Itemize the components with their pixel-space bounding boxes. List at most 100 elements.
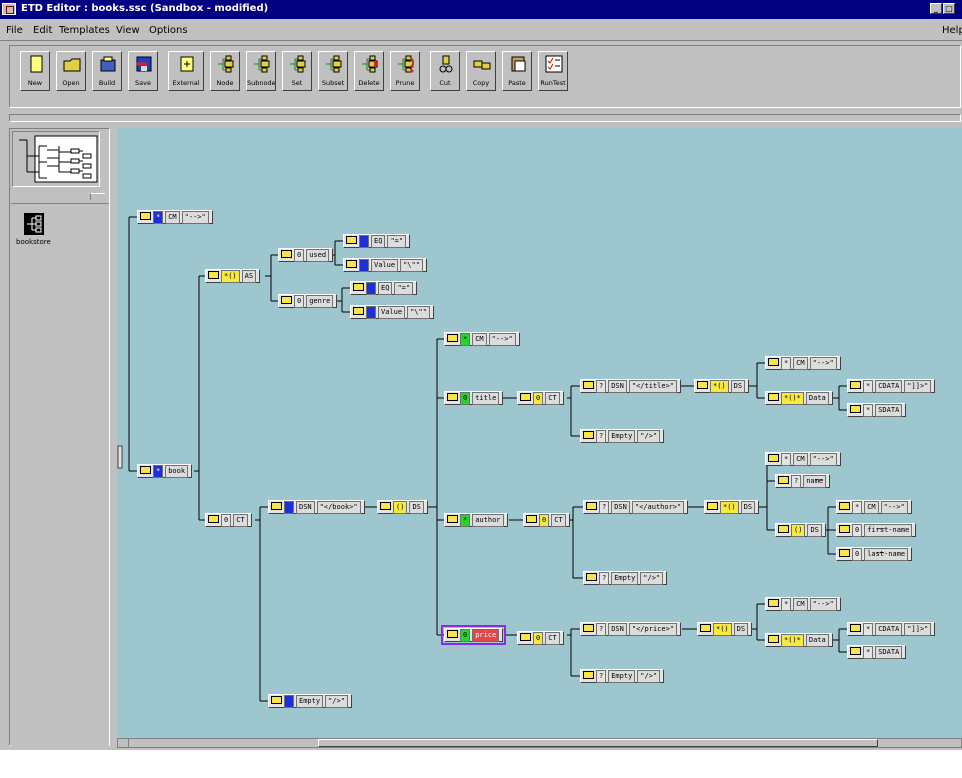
tree-node[interactable]: 0 CT <box>517 631 564 645</box>
subnode-button[interactable]: Subnode <box>246 51 276 91</box>
tree-node[interactable]: ? DSN "</title>" <box>580 379 682 393</box>
tree-overview-map[interactable] <box>12 131 100 187</box>
prune-button[interactable]: Prune <box>390 51 420 91</box>
folder-icon[interactable] <box>839 549 850 557</box>
menu-options[interactable]: Options <box>149 25 188 36</box>
menu-help[interactable]: Help <box>942 25 962 36</box>
tree-node[interactable]: * SDATA <box>847 403 907 417</box>
paste-button[interactable]: Paste <box>502 51 532 91</box>
folder-icon[interactable] <box>346 236 357 244</box>
tree-node[interactable]: ? Empty "/>" <box>580 429 665 443</box>
minimize-button[interactable]: _ <box>930 3 942 14</box>
folder-icon[interactable] <box>839 525 850 533</box>
folder-icon[interactable] <box>768 358 779 366</box>
tree-node[interactable]: 0 title <box>444 391 504 405</box>
folder-icon[interactable] <box>778 525 789 533</box>
toolbar-divider[interactable] <box>9 114 961 122</box>
tree-node[interactable]: *() DS <box>697 622 753 636</box>
menu-edit[interactable]: Edit <box>33 25 52 36</box>
folder-icon[interactable] <box>850 624 861 632</box>
scroll-thumb[interactable] <box>318 739 878 747</box>
tree-node[interactable]: *() DS <box>694 379 750 393</box>
menu-templates[interactable]: Templates <box>59 25 110 36</box>
bookstore-label[interactable]: bookstore <box>16 238 51 246</box>
tree-node[interactable]: Value "\"" <box>343 258 427 272</box>
folder-icon[interactable] <box>768 454 779 462</box>
folder-icon[interactable] <box>586 502 597 510</box>
tree-node[interactable]: DSN "</book>" <box>268 500 365 514</box>
tree-node[interactable]: * CM "-->" <box>836 500 912 514</box>
folder-icon[interactable] <box>271 502 282 510</box>
splitter-handle[interactable] <box>90 193 105 200</box>
tree-node[interactable]: * CDATA "]]>" <box>847 379 936 393</box>
tree-node[interactable]: 0 used <box>278 248 334 262</box>
folder-icon[interactable] <box>520 633 531 641</box>
folder-icon[interactable] <box>697 381 708 389</box>
tree-node[interactable]: * author <box>444 513 508 527</box>
save-button[interactable]: Save <box>128 51 158 91</box>
folder-icon[interactable] <box>850 647 861 655</box>
folder-icon[interactable] <box>281 250 292 258</box>
tree-canvas[interactable]: * CM "-->" * book *() AS 0 CT 0 used 0 genre EQ "=" Val… <box>117 128 962 738</box>
tree-node[interactable]: ? Empty "/>" <box>580 669 665 683</box>
tree-node[interactable]: 0 last-name <box>836 547 913 561</box>
tree-node[interactable]: EQ "=" <box>350 281 418 295</box>
folder-icon[interactable] <box>346 260 357 268</box>
folder-icon[interactable] <box>583 671 594 679</box>
tree-node[interactable]: Value "\"" <box>350 305 434 319</box>
tree-node[interactable]: 0 CT <box>205 513 252 527</box>
tree-node[interactable]: *()* Data <box>765 391 833 405</box>
tree-node[interactable]: *() AS <box>205 269 261 283</box>
folder-icon[interactable] <box>520 393 531 401</box>
folder-icon[interactable] <box>586 573 597 581</box>
folder-icon[interactable] <box>447 393 458 401</box>
tree-node[interactable]: *() DS <box>704 500 760 514</box>
folder-icon[interactable] <box>208 271 219 279</box>
folder-icon[interactable] <box>583 381 594 389</box>
delete-button[interactable]: Delete <box>354 51 384 91</box>
folder-icon[interactable] <box>140 466 151 474</box>
new-button[interactable]: New <box>20 51 50 91</box>
cut-button[interactable]: Cut <box>430 51 460 91</box>
tree-node[interactable]: * SDATA <box>847 645 907 659</box>
tree-node[interactable]: * CM "-->" <box>444 332 520 346</box>
folder-icon[interactable] <box>447 515 458 523</box>
tree-node[interactable]: * CM "-->" <box>765 597 841 611</box>
menu-file[interactable]: File <box>6 25 23 36</box>
tree-node[interactable]: () DS <box>775 523 826 537</box>
tree-node[interactable]: ? Empty "/>" <box>583 571 668 585</box>
folder-icon[interactable] <box>281 296 292 304</box>
node-button[interactable]: Node <box>210 51 240 91</box>
tree-node[interactable]: * CM "-->" <box>765 356 841 370</box>
horizontal-scrollbar[interactable] <box>117 738 962 748</box>
tree-node[interactable]: Empty "/>" <box>268 694 352 708</box>
folder-icon[interactable] <box>447 630 458 638</box>
folder-icon[interactable] <box>700 624 711 632</box>
folder-icon[interactable] <box>353 283 364 291</box>
folder-icon[interactable] <box>768 599 779 607</box>
open-button[interactable]: Open <box>56 51 86 91</box>
folder-icon[interactable] <box>447 334 458 342</box>
tree-node[interactable]: * CDATA "]]>" <box>847 622 936 636</box>
maximize-button[interactable]: □ <box>943 3 955 14</box>
copy-button[interactable]: Copy <box>466 51 496 91</box>
tree-node[interactable]: * book <box>137 464 193 478</box>
tree-node[interactable]: *()* Data <box>765 633 833 647</box>
folder-icon[interactable] <box>850 405 861 413</box>
folder-icon[interactable] <box>839 502 850 510</box>
tree-node[interactable]: ? DSN "</price>" <box>580 622 682 636</box>
build-button[interactable]: Build <box>92 51 122 91</box>
scroll-left-arrow[interactable] <box>118 739 129 747</box>
tree-node[interactable]: 0 CT <box>523 513 570 527</box>
folder-icon[interactable] <box>850 381 861 389</box>
external-button[interactable]: External <box>168 51 204 91</box>
subset-button[interactable]: Subset <box>318 51 348 91</box>
runtest-button[interactable]: RunTest <box>538 51 568 91</box>
folder-icon[interactable] <box>526 515 537 523</box>
menu-view[interactable]: View <box>116 25 140 36</box>
folder-icon[interactable] <box>271 696 282 704</box>
folder-icon[interactable] <box>140 212 151 220</box>
folder-icon[interactable] <box>353 307 364 315</box>
set-button[interactable]: Set <box>282 51 312 91</box>
folder-icon[interactable] <box>768 393 779 401</box>
